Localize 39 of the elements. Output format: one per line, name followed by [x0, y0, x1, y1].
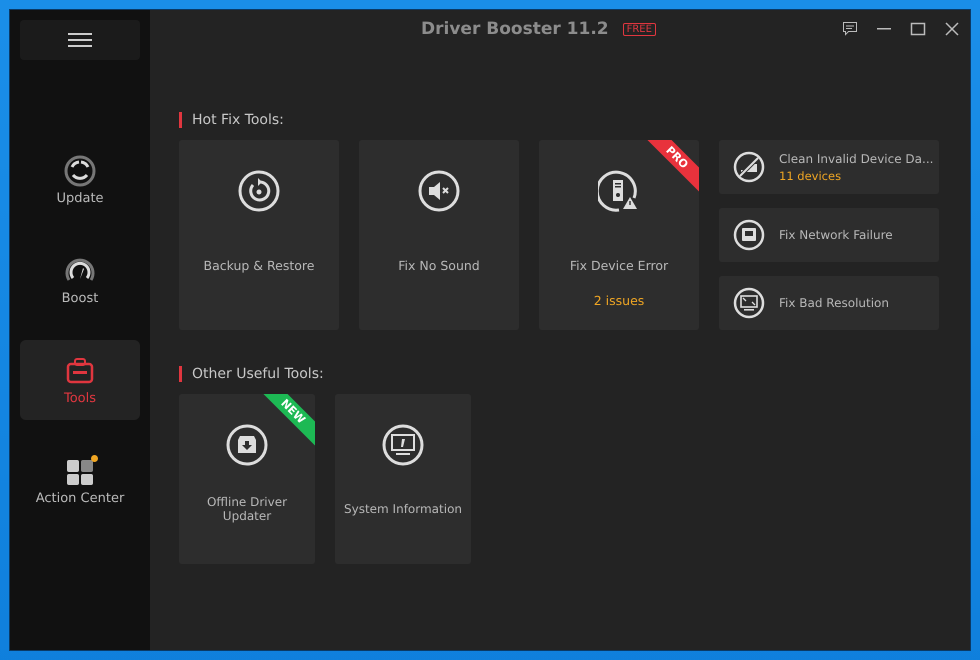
mute-icon [418, 170, 460, 212]
card-label: Fix No Sound [398, 258, 480, 273]
nav-item[interactable]: Action Center [20, 440, 140, 520]
info-monitor-icon [382, 424, 424, 466]
card-label: Offline Driver Updater [206, 494, 288, 525]
edition-badge: FREE [622, 22, 656, 36]
nav-item[interactable]: Tools [20, 340, 140, 420]
row-label: Fix Network Failure [779, 228, 893, 242]
tool-row[interactable]: Fix Bad Resolution [719, 276, 939, 330]
device-count: 11 devices [779, 168, 842, 182]
menu-icon [68, 32, 92, 48]
row-label: Clean Invalid Device Da... [779, 152, 934, 166]
card-label: Fix Device Error [570, 258, 668, 273]
minimize-icon [877, 28, 891, 30]
menu-button[interactable] [20, 20, 140, 60]
section-heading: Hot Fix Tools: [179, 112, 970, 128]
tool-row[interactable]: Fix Network Failure [719, 208, 939, 262]
chat-icon [842, 21, 858, 37]
monitor-icon [733, 287, 765, 319]
tool-card[interactable]: System Information [335, 394, 471, 564]
issue-count: 2 issues [594, 293, 644, 308]
refresh-icon [64, 154, 96, 186]
card-label: System Information [342, 501, 464, 518]
tool-card[interactable]: Backup & Restore [179, 140, 339, 330]
close-icon [944, 21, 960, 37]
nav-item[interactable]: Update [20, 140, 140, 220]
restore-icon [238, 170, 280, 212]
network-port-icon [733, 219, 765, 251]
download-box-icon [226, 424, 268, 466]
device-warning-icon [598, 170, 640, 212]
tool-row[interactable]: Clean Invalid Device Da... 11 devices [719, 140, 939, 194]
card-label: Backup & Restore [204, 258, 314, 273]
row-label: Fix Bad Resolution [779, 296, 889, 310]
tool-card[interactable]: Fix No Sound [359, 140, 519, 330]
window-title: Driver Booster 11.2 [421, 19, 609, 39]
no-device-icon [733, 151, 765, 183]
section-heading: Other Useful Tools: [179, 366, 970, 382]
nav-item[interactable]: Boost [20, 240, 140, 320]
maximize-icon [910, 21, 926, 37]
